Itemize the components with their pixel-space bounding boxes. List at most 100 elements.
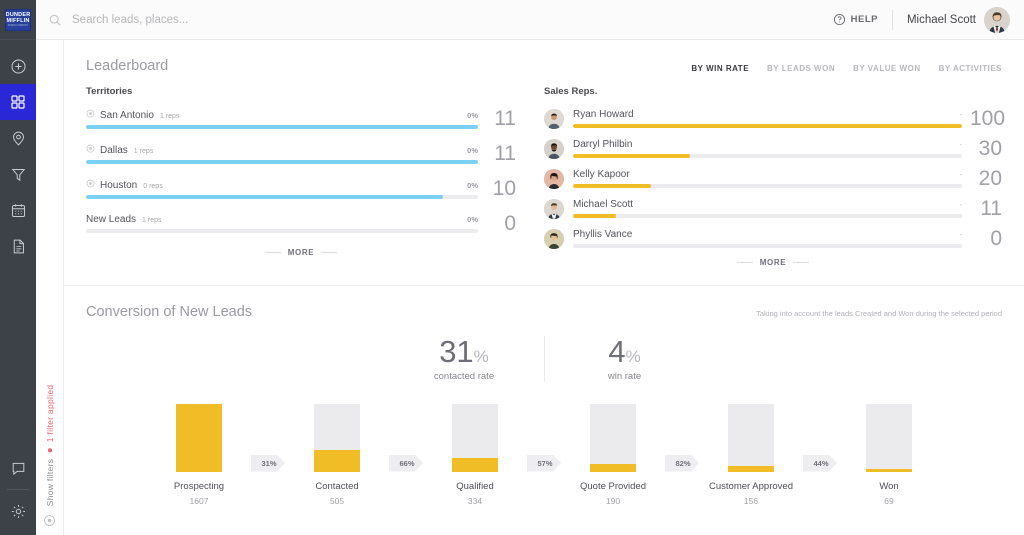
- clock-circle-icon[interactable]: [43, 514, 56, 527]
- list-item[interactable]: Darryl Philbin - 30: [544, 138, 1002, 159]
- dash-left: [736, 262, 753, 263]
- contacted-rate-metric: 31% contacted rate: [384, 334, 544, 381]
- conversion-badge: 44%: [803, 454, 837, 472]
- table-row[interactable]: Dallas 1 reps 0% 11: [86, 143, 516, 164]
- sidebar-item-calendar[interactable]: [0, 192, 36, 228]
- leaderboard-columns: Territories San Antonio 1 reps 0% 11 Dal…: [86, 74, 1005, 267]
- help-button[interactable]: HELP: [833, 13, 892, 26]
- conversion-badge: 57%: [527, 454, 561, 472]
- territory-name: San Antonio: [100, 109, 154, 121]
- funnel-stage[interactable]: Customer Approved 156: [705, 403, 797, 506]
- progress-fill: [86, 124, 478, 129]
- stage-track: [452, 403, 498, 472]
- progress-track: [86, 194, 478, 199]
- win-rate-value-wrap: 4%: [557, 334, 692, 369]
- table-row[interactable]: New Leads 1 reps 0% 0: [86, 213, 516, 234]
- funnel-stage[interactable]: Quote Provided 190: [567, 403, 659, 506]
- page-title: Leaderboard: [86, 58, 169, 74]
- stage-count: 1607: [189, 495, 209, 506]
- more-button-territories[interactable]: MORE: [264, 248, 338, 257]
- stage-count: 69: [884, 495, 894, 506]
- progress-track: [573, 244, 962, 248]
- show-filters-toggle[interactable]: Show filters 1 filter applied: [45, 385, 55, 506]
- rep-value: 0: [990, 227, 1002, 250]
- stage-label: Won: [879, 480, 899, 492]
- conversion-badge: 31%: [251, 454, 285, 472]
- sidebar-item-add[interactable]: [0, 48, 36, 84]
- rep-name: Ryan Howard: [573, 109, 634, 120]
- funnel-connector: 44%: [797, 454, 843, 506]
- funnel-filter-icon: [11, 168, 25, 181]
- conversion-title: Conversion of New Leads: [86, 304, 253, 320]
- header-actions: HELP Michael Scott: [833, 6, 1024, 33]
- win-rate-label: win rate: [607, 370, 642, 382]
- more-button-reps[interactable]: MORE: [736, 258, 810, 267]
- stage-fill: [728, 466, 774, 472]
- rep-name: Kelly Kapoor: [573, 169, 630, 180]
- leaderboard-header: Leaderboard BY WIN RATE BY LEADS WON BY …: [86, 40, 1002, 74]
- territories-heading: Territories: [86, 86, 133, 97]
- stage-label: Customer Approved: [709, 480, 793, 492]
- stage-label: Contacted: [315, 480, 359, 492]
- gear-icon: [11, 504, 25, 518]
- sidebar-item-map[interactable]: [0, 120, 36, 156]
- progress-fill: [573, 124, 962, 128]
- sales-reps-heading: Sales Reps.: [544, 86, 598, 97]
- app-root: DUNDER MIFFLIN PAPER COMPANY Search lead…: [0, 0, 1024, 535]
- contacted-rate-value: 31: [439, 334, 474, 369]
- sales-reps-column: Sales Reps. Ryan Howard - 100 Darryl Phi…: [544, 86, 1005, 267]
- table-row[interactable]: San Antonio 1 reps 0% 11: [86, 108, 516, 129]
- reps-more-wrap: MORE: [544, 258, 1002, 267]
- sidebar-item-reports[interactable]: [0, 228, 36, 264]
- sidebar-item-pipeline[interactable]: [0, 156, 36, 192]
- list-item[interactable]: Ryan Howard - 100: [544, 108, 1005, 129]
- territory-reps: 1 reps: [133, 147, 154, 155]
- win-rate-metric: 4% win rate: [544, 334, 704, 382]
- rail-icon-group: [0, 40, 36, 264]
- list-item[interactable]: Phyllis Vance - 0: [544, 228, 1002, 249]
- territories-more-wrap: MORE: [86, 248, 516, 257]
- grid-dashboard-icon: [11, 95, 25, 109]
- sidebar-item-dashboard[interactable]: [0, 84, 36, 120]
- user-menu[interactable]: Michael Scott: [893, 6, 1010, 33]
- stage-fill: [866, 468, 912, 472]
- location-pin-icon: [12, 131, 24, 146]
- filter-rail: Show filters 1 filter applied: [36, 40, 64, 535]
- app-logo[interactable]: DUNDER MIFFLIN PAPER COMPANY: [0, 0, 36, 40]
- document-icon: [13, 239, 24, 253]
- stage-fill: [590, 464, 636, 472]
- body-area: Show filters 1 filter applied Leaderboar…: [36, 40, 1024, 535]
- search-input[interactable]: [72, 13, 392, 26]
- main-region: HELP Michael Scott: [36, 0, 1024, 535]
- funnel-stage[interactable]: Won 69: [843, 403, 935, 506]
- stage-label: Quote Provided: [579, 480, 646, 492]
- sidebar-item-settings[interactable]: [0, 493, 36, 529]
- tab-by-leads-won[interactable]: BY LEADS WON: [767, 64, 835, 73]
- table-row[interactable]: Houston 0 reps 0% 10: [86, 178, 516, 199]
- avatar: [544, 198, 564, 219]
- plus-circle-icon: [10, 58, 26, 74]
- stage-count: 156: [743, 495, 759, 506]
- tab-by-activities[interactable]: BY ACTIVITIES: [939, 64, 1002, 73]
- funnel-stage[interactable]: Qualified 334: [429, 403, 521, 506]
- territory-pct: 0%: [467, 215, 478, 224]
- funnel-stage[interactable]: Prospecting 1607: [153, 403, 245, 506]
- stage-track: [176, 403, 222, 472]
- content-scroll: Leaderboard BY WIN RATE BY LEADS WON BY …: [64, 40, 1024, 535]
- territory-value: 11: [494, 107, 516, 130]
- stage-count: 334: [467, 495, 483, 506]
- conversion-header: Conversion of New Leads Taking into acco…: [86, 286, 1002, 320]
- tab-by-value-won[interactable]: BY VALUE WON: [853, 64, 920, 73]
- user-name: Michael Scott: [906, 13, 976, 26]
- rep-name: Darryl Philbin: [573, 139, 633, 150]
- stage-fill: [176, 403, 222, 472]
- list-item[interactable]: Michael Scott - 11: [544, 198, 1002, 219]
- territory-name: New Leads: [86, 214, 137, 225]
- funnel-stage[interactable]: Contacted 505: [291, 403, 383, 506]
- rate-summary: 31% contacted rate 4% win rate: [86, 334, 1002, 382]
- list-item[interactable]: Kelly Kapoor - 20: [544, 168, 1002, 189]
- win-rate-value: 4: [608, 334, 626, 369]
- sidebar-item-messages[interactable]: [0, 450, 36, 486]
- stage-label: Qualified: [456, 480, 494, 492]
- tab-by-win-rate[interactable]: BY WIN RATE: [691, 64, 749, 73]
